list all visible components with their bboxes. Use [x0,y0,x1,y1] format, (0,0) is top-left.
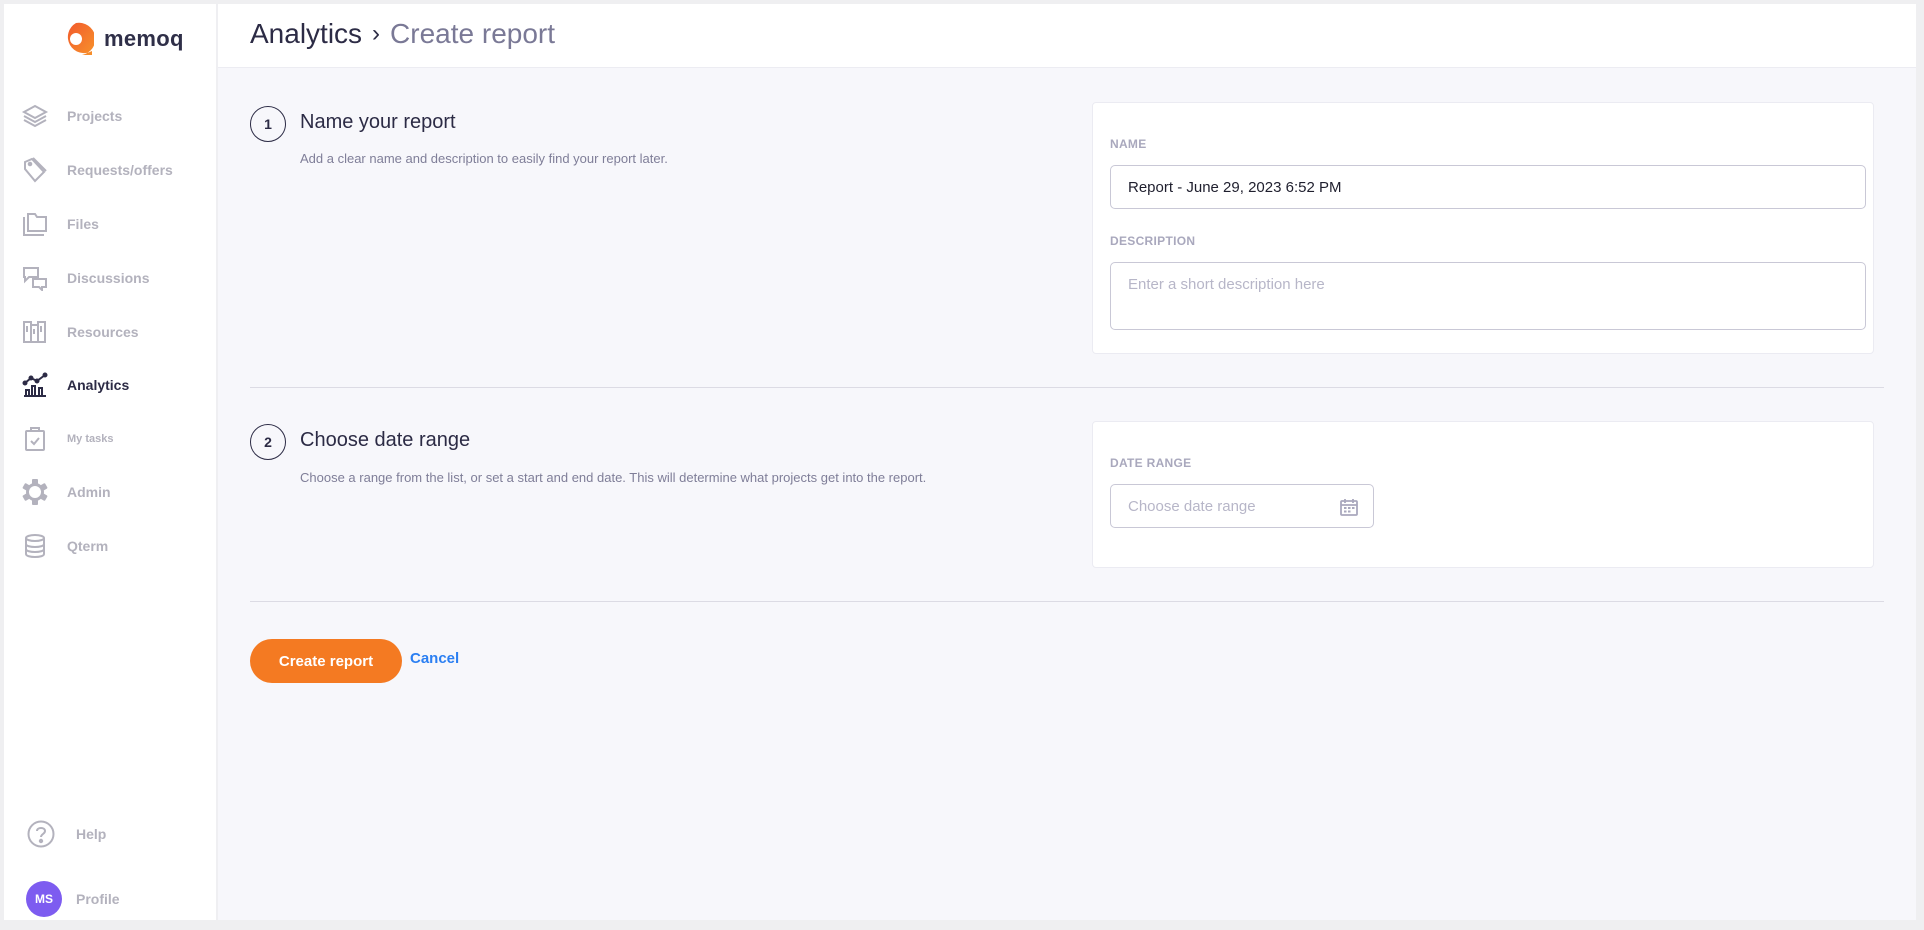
sidebar-item-analytics[interactable]: Analytics [4,365,216,405]
sidebar-item-label: Requests/offers [67,162,173,178]
logo-text: memoq [104,26,184,51]
database-icon [20,531,50,561]
layers-icon [20,101,50,131]
date-range-picker[interactable]: Choose date range [1110,484,1374,528]
step-title: Name your report [300,111,456,133]
gear-icon [20,477,50,507]
breadcrumb: Analytics › Create report [250,18,555,50]
breadcrumb-separator-icon: › [372,20,381,47]
breadcrumb-current: Create report [390,18,556,49]
section-divider [250,387,1884,388]
page-header: Analytics › Create report [218,4,1916,68]
analytics-chart-icon [20,370,50,400]
sidebar-item-label: Resources [67,324,139,340]
date-range-card: DATE RANGE Choose date range [1092,421,1874,568]
profile-label: Profile [76,891,120,907]
clipboard-check-icon [20,424,50,454]
memoq-logo-icon [67,22,94,55]
sidebar-item-qterm[interactable]: Qterm [4,526,216,566]
sidebar-item-label: Discussions [67,270,150,286]
description-label: DESCRIPTION [1110,234,1196,248]
breadcrumb-analytics[interactable]: Analytics [250,18,362,50]
sidebar-item-label: Qterm [67,538,109,554]
step-description: Choose a range from the list, or set a s… [300,470,927,485]
step-title: Choose date range [300,429,471,451]
name-label: NAME [1110,137,1147,151]
calendar-icon[interactable] [1339,497,1359,517]
sidebar-item-files[interactable]: Files [4,204,216,244]
sidebar-item-label: My tasks [67,433,114,445]
folder-icon [20,209,50,239]
step-description: Add a clear name and description to easi… [300,151,668,166]
sidebar-item-label: Analytics [67,377,130,393]
sidebar-item-label: Files [67,216,99,232]
avatar: MS [26,881,62,917]
sidebar-item-discussions[interactable]: Discussions [4,258,216,298]
name-input[interactable]: Report - June 29, 2023 6:52 PM [1110,165,1866,209]
profile-button[interactable]: MS Profile [4,879,216,919]
sidebar-item-my-tasks[interactable]: My tasks [4,419,216,459]
create-report-button[interactable]: Create report [250,639,402,683]
step-number-badge: 2 [250,424,286,460]
books-icon [20,317,50,347]
description-textarea[interactable]: Enter a short description here [1110,262,1866,330]
help-button[interactable]: Help [4,814,216,854]
tag-icon [20,155,50,185]
name-card: NAME Report - June 29, 2023 6:52 PM DESC… [1092,102,1874,354]
sidebar-item-label: Projects [67,108,123,124]
help-icon [26,819,56,849]
chat-bubbles-icon [20,263,50,293]
sidebar: memoq Projects Requests/offers Files Dis… [4,4,218,920]
help-label: Help [76,826,107,842]
date-range-placeholder: Choose date range [1128,497,1256,515]
app-frame: memoq Projects Requests/offers Files Dis… [4,4,1916,920]
sidebar-item-requests-offers[interactable]: Requests/offers [4,150,216,190]
avatar-wrapper: MS [26,881,62,917]
date-range-label: DATE RANGE [1110,456,1192,470]
sidebar-item-resources[interactable]: Resources [4,312,216,352]
cancel-link[interactable]: Cancel [410,650,459,667]
step-number-badge: 1 [250,106,286,142]
sidebar-item-admin[interactable]: Admin [4,472,216,512]
sidebar-item-projects[interactable]: Projects [4,96,216,136]
logo[interactable]: memoq [58,21,184,57]
section-divider [250,601,1884,602]
sidebar-item-label: Admin [67,484,111,500]
